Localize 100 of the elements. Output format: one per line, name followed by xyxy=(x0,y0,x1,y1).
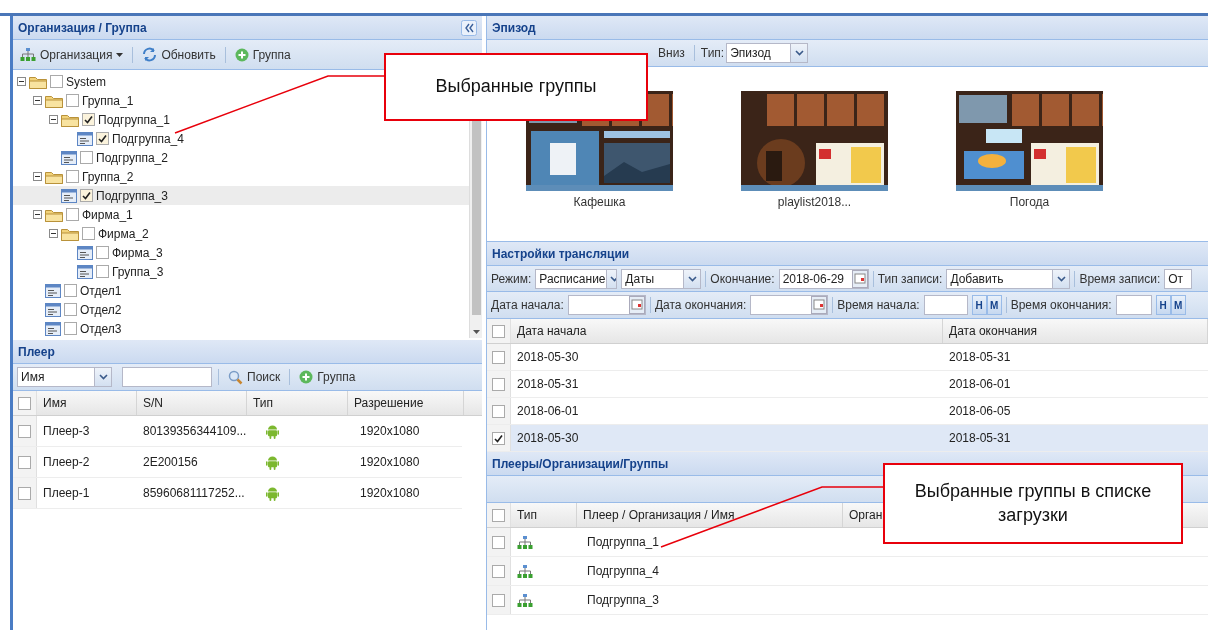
table-cell: Подгруппа_1 xyxy=(587,535,659,549)
tree-item[interactable]: Группа_1 xyxy=(82,93,134,108)
column-header[interactable]: Разрешение xyxy=(348,391,464,415)
episode-caption[interactable]: Погода xyxy=(1009,195,1050,209)
column-header[interactable]: Орган xyxy=(843,503,883,527)
checkbox[interactable] xyxy=(66,208,79,221)
checkbox[interactable] xyxy=(50,75,63,88)
collapse-toggle-icon[interactable] xyxy=(33,210,42,219)
search-field[interactable] xyxy=(122,367,212,387)
scroll-down-icon[interactable] xyxy=(472,330,480,334)
column-header[interactable]: Плеер / Организация / Имя xyxy=(577,503,843,527)
column-header[interactable]: Дата начала xyxy=(511,319,943,343)
checkbox[interactable] xyxy=(492,324,505,338)
caret-icon xyxy=(687,275,697,282)
time-field[interactable] xyxy=(923,295,968,315)
folder-icon xyxy=(45,93,63,108)
hierarchy-icon xyxy=(517,593,533,607)
table-cell: 2018-06-01 xyxy=(949,377,1011,391)
date-field[interactable]: 2018-06-29 xyxy=(778,268,869,289)
checkbox[interactable] xyxy=(492,564,505,578)
checkbox[interactable] xyxy=(64,303,77,316)
checkbox[interactable] xyxy=(96,265,109,278)
tree-item[interactable]: Отдел1 xyxy=(80,283,122,298)
tree-item[interactable]: Подгруппа_1 xyxy=(98,112,170,127)
collapse-toggle-icon[interactable] xyxy=(33,172,42,181)
column-header[interactable]: S/N xyxy=(137,391,247,415)
column-header[interactable]: Тип xyxy=(511,503,577,527)
episode-caption[interactable]: playlist2018... xyxy=(777,195,852,209)
checkbox[interactable] xyxy=(82,227,95,240)
checkbox[interactable] xyxy=(80,151,93,164)
field-label: Окончание: xyxy=(710,271,775,286)
record-type-dropdown[interactable]: Добавить xyxy=(946,268,1071,289)
checkbox[interactable] xyxy=(492,535,505,549)
collapse-toggle-icon[interactable] xyxy=(49,229,58,238)
tree-item[interactable]: Фирма_3 xyxy=(112,245,163,260)
collapse-toggle-icon[interactable] xyxy=(17,77,26,86)
record-time-dropdown[interactable]: От xyxy=(1164,268,1193,289)
list-card-icon xyxy=(45,302,61,317)
checkbox[interactable] xyxy=(64,284,77,297)
column-header[interactable]: Имя xyxy=(37,391,137,415)
toolbar-button[interactable]: Группа xyxy=(296,368,359,386)
toolbar-button[interactable]: Группа xyxy=(231,45,294,64)
tree-item[interactable]: System xyxy=(66,74,106,89)
column-header[interactable]: Тип xyxy=(247,391,348,415)
hierarchy-icon xyxy=(517,535,533,549)
checkbox[interactable] xyxy=(492,508,505,522)
checkbox[interactable] xyxy=(492,377,505,391)
checkbox[interactable] xyxy=(18,396,31,410)
tree-item[interactable]: Отдел2 xyxy=(80,302,122,317)
episode-caption[interactable]: Кафешка xyxy=(573,195,626,209)
calendar-icon[interactable] xyxy=(851,269,868,288)
checkbox[interactable] xyxy=(18,486,31,500)
time-field[interactable] xyxy=(1115,295,1152,315)
date-field[interactable] xyxy=(567,295,646,315)
calendar-icon[interactable] xyxy=(811,296,828,314)
toolbar-button[interactable]: Организация xyxy=(17,45,127,64)
checkbox[interactable] xyxy=(80,189,93,202)
checkbox[interactable] xyxy=(96,246,109,259)
tree-item[interactable]: Группа_3 xyxy=(112,264,164,279)
checkbox[interactable] xyxy=(492,350,505,364)
table-cell: Плеер-1 xyxy=(43,486,90,500)
tree-item[interactable]: Подгруппа_3 xyxy=(96,188,168,203)
checkbox[interactable] xyxy=(492,404,505,418)
field-label: Режим: xyxy=(491,271,532,286)
checkbox[interactable] xyxy=(492,593,505,607)
tree-item[interactable]: Фирма_1 xyxy=(82,207,133,222)
table-cell: 2E200156 xyxy=(143,455,198,469)
toolbar-button[interactable]: Вниз xyxy=(655,44,688,62)
tree-item[interactable]: Фирма_2 xyxy=(98,226,149,241)
toolbar-button[interactable]: Поиск xyxy=(225,367,284,387)
toolbar-button[interactable]: Обновить xyxy=(139,45,219,64)
type-dropdown[interactable]: Эпизод xyxy=(726,43,809,63)
tree-item[interactable]: Подгруппа_4 xyxy=(112,131,184,146)
callout: Выбранные группы в списке загрузки xyxy=(883,463,1183,544)
tree-item[interactable]: Отдел3 xyxy=(80,321,122,336)
hour-button[interactable]: H xyxy=(971,295,987,315)
checkbox[interactable] xyxy=(18,424,31,438)
collapse-toggle-icon[interactable] xyxy=(33,96,42,105)
filter-dropdown[interactable]: Имя xyxy=(17,367,112,387)
checkbox[interactable] xyxy=(64,322,77,335)
calendar-icon[interactable] xyxy=(628,296,645,314)
checkbox[interactable] xyxy=(66,94,79,107)
table-cell: 2018-05-31 xyxy=(949,431,1011,445)
folder-icon xyxy=(45,169,63,184)
mode-dropdown[interactable]: Расписание xyxy=(535,268,618,289)
checkbox[interactable] xyxy=(492,431,505,445)
collapse-toggle-icon[interactable] xyxy=(49,115,58,124)
checkbox[interactable] xyxy=(96,132,109,145)
checkbox[interactable] xyxy=(82,113,95,126)
column-header[interactable]: Дата окончания xyxy=(943,319,1208,343)
scrollbar[interactable] xyxy=(469,120,482,338)
tree-item[interactable]: Подгруппа_2 xyxy=(96,150,168,165)
checkbox[interactable] xyxy=(66,170,79,183)
checkbox[interactable] xyxy=(18,455,31,469)
date-field[interactable] xyxy=(750,295,829,315)
tree-item[interactable]: Группа_2 xyxy=(82,169,134,184)
collapse-button[interactable] xyxy=(461,19,477,36)
table-cell: Плеер-3 xyxy=(43,424,90,438)
hour-button[interactable]: H xyxy=(1155,295,1171,315)
dates-dropdown[interactable]: Даты xyxy=(621,268,702,289)
